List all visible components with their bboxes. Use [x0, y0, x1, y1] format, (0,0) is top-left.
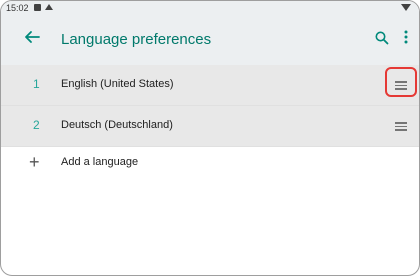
- status-bar: 15:02: [1, 1, 419, 15]
- back-arrow-icon[interactable]: [23, 28, 43, 48]
- drag-handle-icon[interactable]: [395, 122, 407, 132]
- status-time: 15:02: [6, 3, 29, 13]
- alert-icon: [45, 4, 53, 10]
- drag-handle-icon[interactable]: [395, 81, 407, 91]
- more-options-icon[interactable]: [403, 29, 413, 49]
- search-icon[interactable]: [375, 31, 391, 47]
- plus-icon: +: [29, 152, 40, 172]
- language-name: English (United States): [61, 78, 174, 90]
- notification-icon: [34, 4, 41, 11]
- language-name: Deutsch (Deutschland): [61, 119, 173, 131]
- wifi-icon: [401, 4, 411, 11]
- language-row[interactable]: 1 English (United States): [1, 65, 419, 106]
- app-bar: Language preferences: [1, 15, 419, 65]
- add-language-button[interactable]: + Add a language: [1, 146, 419, 186]
- device-frame: 15:02 Language preferences 1 English (Un…: [0, 0, 420, 276]
- language-number: 2: [33, 118, 40, 132]
- page-title: Language preferences: [61, 31, 212, 48]
- language-row[interactable]: 2 Deutsch (Deutschland): [1, 106, 419, 147]
- language-number: 1: [33, 77, 40, 91]
- add-language-label: Add a language: [61, 156, 139, 168]
